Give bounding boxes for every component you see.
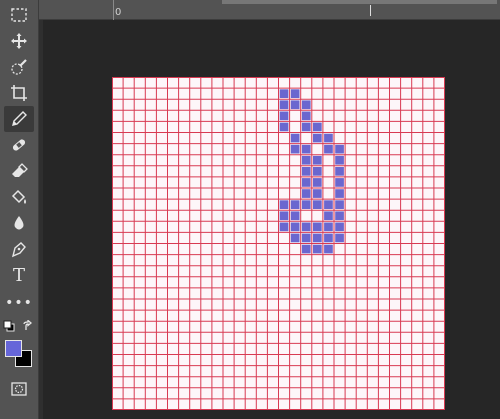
pencil-icon — [12, 111, 27, 126]
filled-pixel — [313, 233, 322, 243]
filled-pixel — [324, 133, 333, 143]
filled-pixel — [313, 133, 322, 143]
blur-tool[interactable] — [4, 210, 34, 236]
filled-pixel — [301, 189, 311, 198]
healing-brush-tool[interactable] — [4, 132, 34, 158]
filled-pixel — [290, 133, 300, 143]
filled-pixel — [279, 100, 289, 110]
default-colors-icon — [3, 320, 15, 332]
filled-pixel — [324, 144, 333, 154]
filled-pixel — [313, 222, 322, 232]
filled-pixel — [335, 222, 344, 232]
filled-pixel — [301, 155, 311, 165]
filled-pixel — [324, 200, 333, 209]
filled-pixel — [290, 222, 300, 232]
filled-pixel — [324, 211, 333, 221]
move-tool[interactable] — [4, 28, 34, 54]
filled-pixel — [301, 167, 311, 176]
filled-pixel — [290, 211, 300, 221]
ruler-cursor-indicator — [370, 5, 371, 16]
filled-pixel — [279, 122, 289, 132]
eraser-tool[interactable] — [4, 158, 34, 184]
tools-panel: T ••• — [0, 0, 39, 419]
type-icon: T — [12, 265, 25, 286]
filled-pixel — [313, 189, 322, 198]
filled-pixel — [335, 233, 344, 243]
pixel-canvas[interactable] — [112, 77, 445, 410]
filled-pixel — [290, 233, 300, 243]
ruler-scrollbar[interactable] — [222, 0, 497, 4]
filled-pixel — [290, 200, 300, 209]
filled-pixel — [301, 222, 311, 232]
filled-pixel — [335, 200, 344, 209]
ruler-origin-mark — [113, 0, 114, 20]
filled-pixel — [290, 89, 300, 98]
filled-pixel — [335, 155, 344, 165]
filled-pixel — [279, 89, 289, 98]
filled-pixel — [301, 111, 311, 121]
ruler-origin-label: 0 — [115, 7, 122, 18]
filled-pixel — [335, 211, 344, 221]
filled-pixel — [335, 189, 344, 198]
filled-pixel — [335, 178, 344, 187]
filled-pixel — [313, 200, 322, 209]
filled-pixel — [335, 144, 344, 154]
filled-pixel — [313, 155, 322, 165]
horizontal-ruler: 0 — [39, 0, 500, 20]
filled-pixel — [335, 167, 344, 176]
filled-pixel — [279, 222, 289, 232]
filled-pixel — [279, 211, 289, 221]
pencil-tool[interactable] — [4, 106, 34, 132]
filled-pixel — [301, 122, 311, 132]
filled-pixel — [324, 233, 333, 243]
eraser-icon — [12, 163, 28, 177]
more-tools-icon: ••• — [5, 295, 33, 311]
filled-pixel — [301, 178, 311, 187]
filled-pixel — [301, 244, 311, 254]
filled-pixel — [313, 178, 322, 187]
quick-mask-button[interactable] — [4, 376, 34, 402]
blur-drop-icon — [14, 216, 24, 230]
vertical-ruler — [39, 20, 43, 419]
foreground-color-swatch[interactable] — [5, 340, 22, 357]
move-icon — [11, 33, 27, 49]
marquee-icon — [11, 8, 27, 22]
swap-colors-icon[interactable] — [22, 320, 34, 332]
healing-brush-icon — [12, 139, 26, 151]
filled-pixel — [279, 111, 289, 121]
filled-pixel — [313, 244, 322, 254]
filled-pixel — [290, 100, 300, 110]
filled-pixel — [301, 200, 311, 209]
filled-pixel — [301, 233, 311, 243]
filled-pixel — [313, 122, 322, 132]
paint-bucket-icon — [11, 189, 26, 204]
quick-mask-icon — [11, 382, 27, 396]
pen-tool[interactable] — [4, 236, 34, 262]
more-tools-button[interactable]: ••• — [4, 290, 34, 316]
quick-selection-tool[interactable] — [4, 54, 34, 80]
filled-pixel — [313, 167, 322, 176]
filled-pixel — [324, 244, 333, 254]
filled-pixel — [290, 144, 300, 154]
marquee-tool[interactable] — [4, 2, 34, 28]
filled-pixel — [301, 144, 311, 154]
quick-selection-icon — [11, 59, 27, 75]
paint-bucket-tool[interactable] — [4, 184, 34, 210]
type-tool[interactable]: T — [4, 263, 34, 289]
filled-pixel — [279, 200, 289, 209]
crop-tool[interactable] — [4, 80, 34, 106]
filled-pixel — [301, 100, 311, 110]
crop-icon — [11, 85, 27, 101]
pen-icon — [11, 242, 26, 258]
filled-pixel — [324, 222, 333, 232]
